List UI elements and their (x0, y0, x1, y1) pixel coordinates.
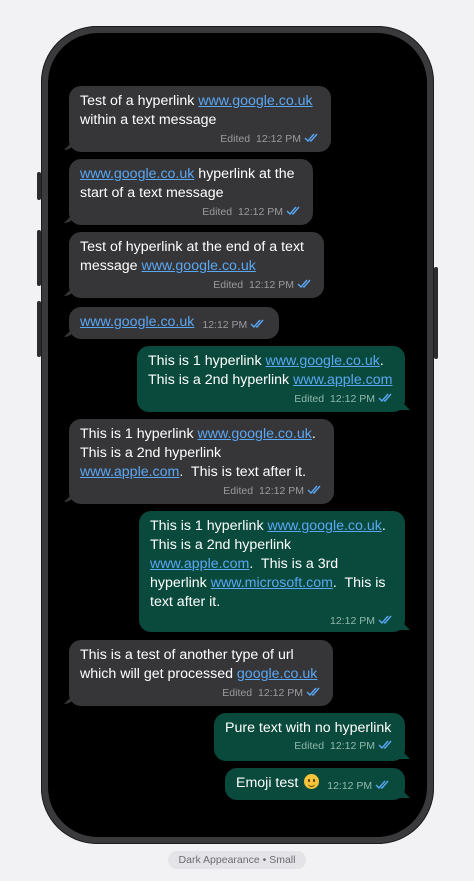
edited-label: Edited (213, 279, 244, 291)
edited-label: Edited (294, 740, 325, 752)
message-meta: Edited 12:12 PM (80, 278, 313, 292)
edited-label: Edited (294, 393, 325, 405)
message-text: www.google.co.uk 12:12 PM (80, 313, 268, 332)
message-meta: Edited 12:12 PM (225, 739, 394, 753)
message-text: This is 1 hyperlink www.google.co.uk. Th… (150, 518, 386, 610)
double-check-icon (306, 687, 320, 696)
message-link[interactable]: www.google.co.uk (265, 353, 379, 369)
message-text: Test of a hyperlink www.google.co.uk wit… (80, 93, 313, 128)
double-check-icon (378, 615, 392, 624)
message-text: This is 1 hyperlink www.google.co.uk. Th… (80, 426, 316, 480)
volume-up-button (37, 230, 41, 286)
message-time: 12:12 PM (249, 279, 294, 291)
message-time: 12:12 PM (238, 206, 283, 218)
message-time: 12:12 PM (327, 780, 373, 792)
message-bubble[interactable]: www.google.co.uk hyperlink at the start … (69, 159, 313, 225)
message-bubble[interactable]: This is a test of another type of url wh… (69, 640, 333, 706)
slightly-smiling-face-emoji (304, 774, 320, 789)
edited-label: Edited (222, 687, 253, 699)
double-check-icon (250, 319, 264, 328)
power-button (434, 267, 438, 359)
message-time: 12:12 PM (259, 485, 304, 497)
message-text: Test of hyperlink at the end of a text m… (80, 239, 304, 274)
message-meta: Edited 12:12 PM (148, 392, 394, 406)
double-check-icon (378, 393, 392, 402)
message-link[interactable]: www.google.co.uk (80, 166, 194, 182)
message-link[interactable]: www.apple.com (80, 464, 179, 480)
message-bubble[interactable]: www.google.co.uk 12:12 PM (69, 307, 279, 339)
message-link[interactable]: www.google.co.uk (198, 93, 312, 109)
double-check-icon (378, 740, 392, 749)
appearance-caption: Dark Appearance • Small (168, 851, 306, 869)
message-link[interactable]: www.google.co.uk (142, 258, 256, 274)
message-link[interactable]: www.google.co.uk (80, 314, 194, 330)
message-bubble[interactable]: This is 1 hyperlink www.google.co.uk. Th… (137, 346, 405, 412)
message-meta: Edited 12:12 PM (80, 132, 320, 146)
message-bubble[interactable]: This is 1 hyperlink www.google.co.uk. Th… (139, 511, 405, 632)
action-button (37, 172, 41, 200)
edited-label: Edited (202, 206, 233, 218)
message-time: 12:12 PM (258, 687, 303, 699)
message-meta: 12:12 PM (150, 614, 394, 628)
double-check-icon (307, 485, 321, 494)
message-link[interactable]: www.apple.com (150, 556, 249, 572)
message-meta: Edited 12:12 PM (80, 205, 302, 219)
message-link[interactable]: google.co.uk (237, 666, 317, 682)
message-meta: Edited 12:12 PM (80, 686, 322, 700)
screenshot-stage: Test of a hyperlink www.google.co.uk wit… (0, 0, 474, 881)
message-link[interactable]: www.google.co.uk (267, 518, 381, 534)
message-bubble[interactable]: Pure text with no hyperlink Edited 12:12 … (214, 713, 405, 761)
edited-label: Edited (223, 485, 254, 497)
message-text: Emoji test 12:12 PM (236, 774, 394, 793)
message-time: 12:12 PM (330, 393, 375, 405)
message-time: 12:12 PM (330, 615, 375, 627)
double-check-icon (375, 780, 389, 789)
message-bubble[interactable]: Test of hyperlink at the end of a text m… (69, 232, 324, 298)
double-check-icon (297, 279, 311, 288)
message-meta: Edited 12:12 PM (80, 484, 323, 498)
message-link[interactable]: www.apple.com (293, 372, 392, 388)
message-link[interactable]: www.microsoft.com (211, 575, 333, 591)
volume-down-button (37, 301, 41, 357)
double-check-icon (286, 206, 300, 215)
message-bubble[interactable]: Test of a hyperlink www.google.co.uk wit… (69, 86, 331, 152)
message-text: Pure text with no hyperlink (225, 720, 392, 736)
message-text: This is 1 hyperlink www.google.co.uk. Th… (148, 353, 393, 388)
message-link[interactable]: www.google.co.uk (197, 426, 311, 442)
message-bubble[interactable]: This is 1 hyperlink www.google.co.uk. Th… (69, 419, 334, 504)
message-meta: 12:12 PM (202, 318, 266, 332)
edited-label: Edited (220, 133, 251, 145)
message-time: 12:12 PM (202, 319, 248, 331)
message-time: 12:12 PM (330, 740, 375, 752)
message-meta: 12:12 PM (327, 779, 391, 793)
message-text: www.google.co.uk hyperlink at the start … (80, 166, 295, 201)
message-text: This is a test of another type of url wh… (80, 647, 318, 682)
chat-screen[interactable]: Test of a hyperlink www.google.co.uk wit… (48, 33, 427, 837)
message-bubble[interactable]: Emoji test 12:12 PM (225, 768, 405, 800)
double-check-icon (304, 133, 318, 142)
message-time: 12:12 PM (256, 133, 301, 145)
